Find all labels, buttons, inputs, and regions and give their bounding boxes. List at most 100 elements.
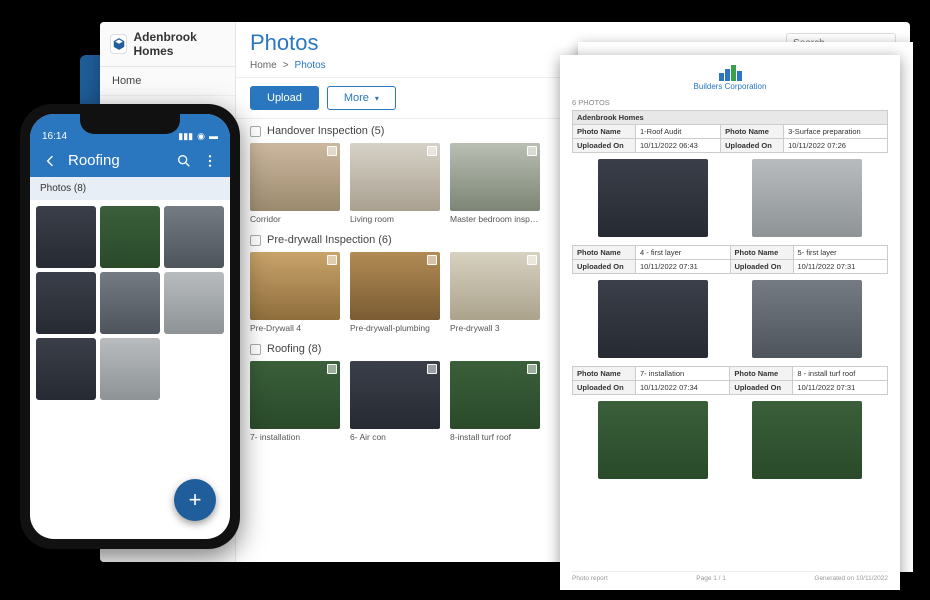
- group-checkbox[interactable]: [250, 344, 261, 355]
- search-icon[interactable]: [176, 153, 192, 169]
- thumb-roof-turf[interactable]: 8-install turf roof: [450, 361, 540, 442]
- cell: 8 - install turf roof: [793, 367, 888, 381]
- phone-thumb[interactable]: [164, 272, 224, 334]
- report-photo: [752, 401, 862, 479]
- photo-thumbnail: [350, 143, 440, 211]
- report-table: Photo Name 4 - first layer Photo Name 5-…: [572, 245, 888, 274]
- thumb-checkbox[interactable]: [527, 255, 537, 265]
- phone-thumb[interactable]: [100, 206, 160, 268]
- photo-thumbnail: [250, 252, 340, 320]
- crumb-current: Photos: [295, 60, 326, 71]
- thumb-corridor[interactable]: Corridor: [250, 143, 340, 224]
- report-photo: [598, 159, 708, 237]
- cell: 10/11/2022 06:43: [636, 139, 721, 153]
- cell: 10/11/2022 07:34: [636, 381, 730, 395]
- more-vert-icon[interactable]: [202, 153, 218, 169]
- col-uploaded-on: Uploaded On: [721, 139, 784, 153]
- cell: 7- installation: [636, 367, 730, 381]
- thumb-label: 8-install turf roof: [450, 429, 540, 442]
- phone-thumb[interactable]: [36, 338, 96, 400]
- thumb-label: Pre-drywall 3: [450, 320, 540, 333]
- thumb-predrywall-plumbing[interactable]: Pre-drywall-plumbing: [350, 252, 440, 333]
- thumb-roof-aircon[interactable]: 6- Air con: [350, 361, 440, 442]
- report-photo-count: 6 PHOTOS: [572, 98, 888, 107]
- nav-home[interactable]: Home: [100, 67, 235, 96]
- thumb-checkbox[interactable]: [327, 255, 337, 265]
- report-footer: Photo report Page 1 / 1 Generated on 10/…: [572, 571, 888, 582]
- more-button-label: More: [344, 92, 369, 104]
- phone-frame: 16:14 ▮▮▮ ◉ ▬ Roofing Photos (8): [20, 104, 240, 549]
- phone-thumb[interactable]: [164, 206, 224, 268]
- more-button[interactable]: More ▾: [327, 86, 396, 110]
- thumb-checkbox[interactable]: [327, 146, 337, 156]
- photo-thumbnail: [250, 143, 340, 211]
- phone-thumb[interactable]: [100, 338, 160, 400]
- cell: 1-Roof Audit: [636, 125, 721, 139]
- footer-page: Page 1 / 1: [696, 575, 726, 582]
- thumb-predrywall-4[interactable]: Pre-Drywall 4: [250, 252, 340, 333]
- photo-thumbnail: [350, 252, 440, 320]
- col-uploaded-on: Uploaded On: [730, 260, 793, 274]
- thumb-checkbox[interactable]: [427, 364, 437, 374]
- footer-title: Photo report: [572, 575, 608, 582]
- thumb-predrywall-3[interactable]: Pre-drywall 3: [450, 252, 540, 333]
- cell: 4 - first layer: [636, 246, 731, 260]
- report-photo: [598, 280, 708, 358]
- signal-icon: ▮▮▮: [178, 131, 193, 142]
- col-photo-name: Photo Name: [573, 125, 636, 139]
- phone-screen: 16:14 ▮▮▮ ◉ ▬ Roofing Photos (8): [30, 114, 230, 539]
- add-photo-fab[interactable]: +: [174, 479, 216, 521]
- photo-thumbnail: [350, 361, 440, 429]
- report-table: Photo Name 7- installation Photo Name 8 …: [572, 366, 888, 395]
- phone-thumb[interactable]: [100, 272, 160, 334]
- cell: 3-Surface preparation: [784, 125, 888, 139]
- thumb-checkbox[interactable]: [527, 146, 537, 156]
- col-photo-name: Photo Name: [573, 367, 636, 381]
- thumb-checkbox[interactable]: [427, 146, 437, 156]
- phone-thumb[interactable]: [36, 272, 96, 334]
- back-icon[interactable]: [42, 153, 58, 169]
- crumb-home[interactable]: Home: [250, 60, 277, 71]
- footer-generated: Generated on 10/11/2022: [814, 575, 888, 582]
- screen-title: Roofing: [68, 152, 166, 169]
- phone-notch: [80, 114, 180, 134]
- thumb-label: Pre-Drywall 4: [250, 320, 340, 333]
- photo-thumbnail: [250, 361, 340, 429]
- col-photo-name: Photo Name: [730, 367, 793, 381]
- col-photo-name: Photo Name: [721, 125, 784, 139]
- battery-icon: ▬: [209, 131, 218, 142]
- report-photo: [598, 401, 708, 479]
- brand-name: Adenbrook Homes: [133, 30, 225, 58]
- col-uploaded-on: Uploaded On: [730, 381, 793, 395]
- upload-button-label: Upload: [267, 92, 302, 104]
- group-checkbox[interactable]: [250, 235, 261, 246]
- photo-thumbnail: [450, 361, 540, 429]
- thumb-checkbox[interactable]: [327, 364, 337, 374]
- report-page: Builders Corporation 6 PHOTOS Adenbrook …: [560, 55, 900, 590]
- app-brand: Adenbrook Homes: [100, 22, 235, 67]
- upload-button[interactable]: Upload: [250, 86, 319, 110]
- group-title: Handover Inspection (5): [267, 125, 384, 137]
- caret-down-icon: ▾: [375, 94, 379, 103]
- report-table: Adenbrook Homes Photo Name 1-Roof Audit …: [572, 110, 888, 153]
- thumb-living-room[interactable]: Living room: [350, 143, 440, 224]
- status-time: 16:14: [42, 131, 67, 142]
- group-title: Roofing (8): [267, 343, 321, 355]
- report-photo: [752, 280, 862, 358]
- group-checkbox[interactable]: [250, 126, 261, 137]
- phone-thumb[interactable]: [36, 206, 96, 268]
- cell: 10/11/2022 07:31: [636, 260, 731, 274]
- thumb-label: Living room: [350, 211, 440, 224]
- col-uploaded-on: Uploaded On: [573, 139, 636, 153]
- thumb-master-bedroom[interactable]: Master bedroom inspection-2: [450, 143, 540, 224]
- thumb-label: Pre-drywall-plumbing: [350, 320, 440, 333]
- nav-home-label: Home: [112, 75, 141, 87]
- thumb-checkbox[interactable]: [527, 364, 537, 374]
- plus-icon: +: [189, 487, 202, 513]
- thumb-roof-install[interactable]: 7- installation: [250, 361, 340, 442]
- thumb-checkbox[interactable]: [427, 255, 437, 265]
- wifi-icon: ◉: [197, 131, 205, 142]
- app-bar: Roofing: [30, 144, 230, 177]
- crumb-separator-icon: >: [283, 60, 289, 71]
- thumb-label: Master bedroom inspection-2: [450, 211, 540, 224]
